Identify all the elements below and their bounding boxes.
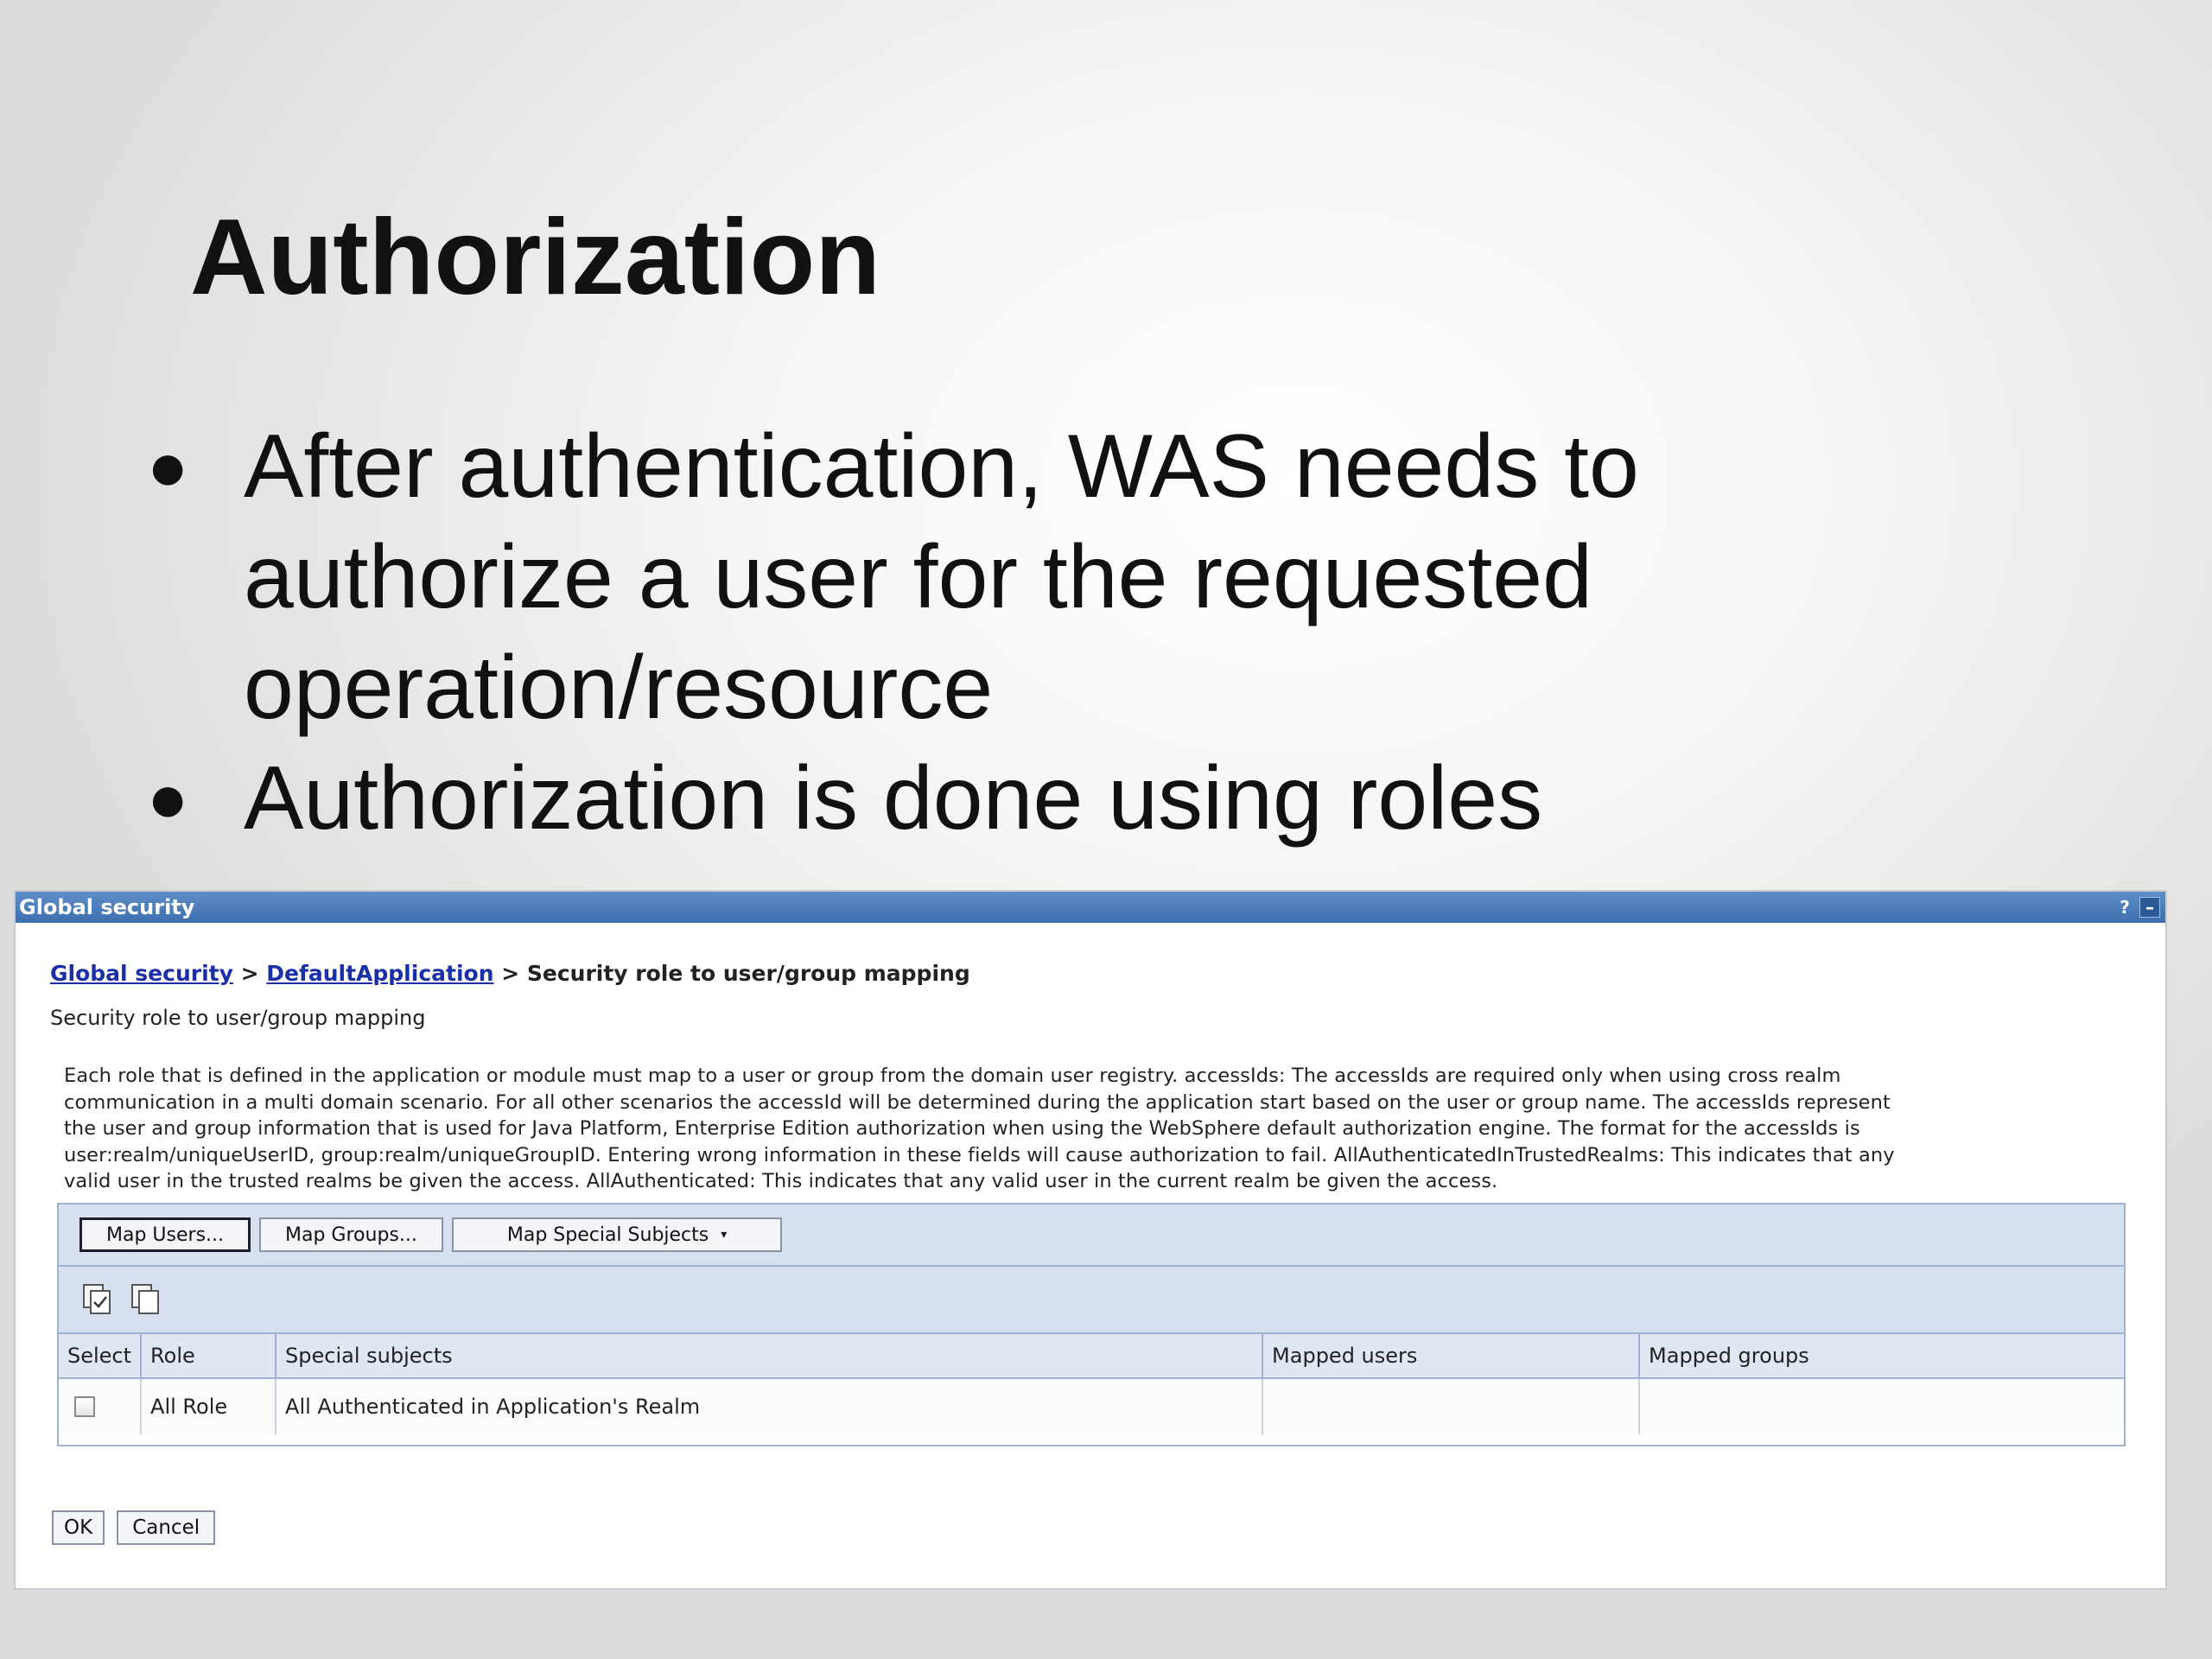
bullet-item: ● Authorization is done using roles xyxy=(147,743,2048,854)
column-header-mapped-users: Mapped users xyxy=(1262,1334,1641,1379)
breadcrumb-link-default-application[interactable]: DefaultApplication xyxy=(266,961,493,986)
row-select-checkbox[interactable] xyxy=(74,1396,95,1417)
selection-iconbar xyxy=(59,1267,2124,1334)
breadcrumb-separator: > xyxy=(493,961,527,986)
bullet-icon: ● xyxy=(147,428,189,505)
bullet-line: authorize a user for the requested xyxy=(244,527,1592,627)
column-header-special-subjects: Special subjects xyxy=(276,1334,1264,1379)
role-mapping-grid: Map Users... Map Groups... Map Special S… xyxy=(57,1203,2126,1446)
description-line: the user and group information that is u… xyxy=(64,1117,1860,1140)
minimize-icon[interactable]: – xyxy=(2139,897,2160,918)
slide-title: Authorization xyxy=(190,198,880,317)
panel-title: Global security xyxy=(19,895,195,919)
form-buttons: OK Cancel xyxy=(52,1510,216,1545)
breadcrumb: Global security > DefaultApplication > S… xyxy=(50,961,970,986)
bullet-line: Authorization is done using roles xyxy=(244,748,1543,849)
action-toolbar: Map Users... Map Groups... Map Special S… xyxy=(59,1205,2124,1267)
bullet-item: ● After authentication, WAS needs to aut… xyxy=(147,411,2048,743)
breadcrumb-link-global-security[interactable]: Global security xyxy=(50,961,233,986)
column-header-select: Select xyxy=(59,1334,143,1379)
roles-table: Select Role Special subjects Mapped user… xyxy=(59,1334,2124,1434)
select-all-icon[interactable] xyxy=(79,1281,116,1318)
bullet-list: ● After authentication, WAS needs to aut… xyxy=(147,411,2048,854)
column-header-mapped-groups: Mapped groups xyxy=(1639,1334,2124,1379)
description-line: Each role that is defined in the applica… xyxy=(64,1065,1841,1087)
description-line: valid user in the trusted realms be give… xyxy=(64,1170,1498,1192)
bullet-icon: ● xyxy=(147,760,189,836)
table-header-row: Select Role Special subjects Mapped user… xyxy=(59,1334,2124,1379)
description: Each role that is defined in the applica… xyxy=(64,1063,2138,1195)
deselect-all-icon[interactable] xyxy=(128,1281,164,1318)
table-row: All Role All Authenticated in Applicatio… xyxy=(59,1378,2124,1434)
role-cell: All Role xyxy=(141,1378,277,1434)
mapped-groups-cell xyxy=(1639,1378,2124,1434)
global-security-panel: Global security ? – Global security > De… xyxy=(14,890,2167,1590)
panel-titlebar: Global security ? – xyxy=(16,892,2165,923)
description-line: communication in a multi domain scenario… xyxy=(64,1090,1891,1114)
special-subjects-cell: All Authenticated in Application's Realm xyxy=(276,1378,1264,1434)
mapped-users-cell xyxy=(1262,1378,1641,1434)
titlebar-controls: ? – xyxy=(2115,897,2160,918)
map-special-subjects-dropdown[interactable]: Map Special Subjects ▾ xyxy=(451,1217,783,1252)
chevron-down-icon: ▾ xyxy=(721,1228,728,1242)
map-groups-button[interactable]: Map Groups... xyxy=(259,1217,443,1252)
cancel-button[interactable]: Cancel xyxy=(117,1510,216,1545)
breadcrumb-current: Security role to user/group mapping xyxy=(526,961,970,986)
map-users-button[interactable]: Map Users... xyxy=(79,1217,251,1252)
page-subtitle: Security role to user/group mapping xyxy=(50,1006,426,1030)
map-special-subjects-label: Map Special Subjects xyxy=(506,1224,709,1246)
description-line: user:realm/uniqueUserID, group:realm/uni… xyxy=(64,1143,1895,1166)
bullet-line: operation/resource xyxy=(244,638,994,738)
bullet-line: After authentication, WAS needs to xyxy=(244,416,1639,517)
select-cell xyxy=(59,1378,143,1434)
breadcrumb-separator: > xyxy=(232,961,267,986)
column-header-role: Role xyxy=(141,1334,277,1379)
ok-button[interactable]: OK xyxy=(52,1510,105,1545)
help-icon[interactable]: ? xyxy=(2115,897,2134,918)
